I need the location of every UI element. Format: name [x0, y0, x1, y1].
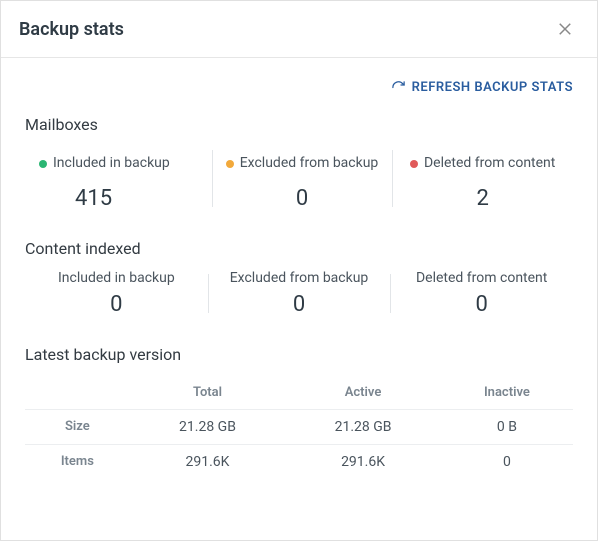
- refresh-row: REFRESH BACKUP STATS: [25, 80, 573, 95]
- mailboxes-deleted-value: 2: [400, 186, 565, 211]
- refresh-icon: [391, 80, 406, 95]
- content-excluded-label: Excluded from backup: [230, 270, 369, 288]
- content-deleted: Deleted from content 0: [390, 270, 573, 317]
- row-items-label: Items: [25, 444, 130, 479]
- latest-version-heading: Latest backup version: [25, 345, 573, 364]
- items-inactive: 0: [441, 444, 573, 479]
- latest-version-table: Total Active Inactive Size 21.28 GB 21.2…: [25, 376, 573, 479]
- row-size-label: Size: [25, 409, 130, 444]
- mailboxes-excluded: Excluded from backup 0: [212, 146, 393, 211]
- mailboxes-included: Included in backup 415: [25, 146, 212, 211]
- items-active: 291.6K: [285, 444, 441, 479]
- backup-stats-dialog: Backup stats REFRESH BACKUP STATS Mailbo…: [0, 0, 598, 541]
- content-excluded-value: 0: [216, 292, 383, 317]
- dialog-body: REFRESH BACKUP STATS Mailboxes Included …: [1, 58, 597, 540]
- col-inactive: Inactive: [441, 376, 573, 410]
- dialog-header: Backup stats: [1, 1, 597, 58]
- size-total: 21.28 GB: [130, 409, 286, 444]
- close-button[interactable]: [551, 15, 579, 43]
- mailboxes-included-value: 415: [39, 186, 204, 211]
- status-dot-amber-icon: [226, 160, 234, 168]
- table-row-size: Size 21.28 GB 21.28 GB 0 B: [25, 409, 573, 444]
- mailboxes-excluded-value: 0: [220, 186, 385, 211]
- mailboxes-excluded-label: Excluded from backup: [240, 155, 379, 173]
- content-included-label: Included in backup: [58, 270, 175, 288]
- size-inactive: 0 B: [441, 409, 573, 444]
- mailboxes-heading: Mailboxes: [25, 115, 573, 134]
- content-excluded: Excluded from backup 0: [208, 270, 391, 317]
- content-indexed-stats: Included in backup 0 Excluded from backu…: [25, 270, 573, 317]
- close-icon: [556, 20, 574, 38]
- dialog-title: Backup stats: [19, 19, 124, 40]
- table-header-row: Total Active Inactive: [25, 376, 573, 410]
- refresh-backup-stats-button[interactable]: REFRESH BACKUP STATS: [391, 80, 573, 95]
- refresh-label: REFRESH BACKUP STATS: [412, 80, 573, 95]
- content-indexed-heading: Content indexed: [25, 239, 573, 258]
- size-active: 21.28 GB: [285, 409, 441, 444]
- table-row-items: Items 291.6K 291.6K 0: [25, 444, 573, 479]
- mailboxes-stats: Included in backup 415 Excluded from bac…: [25, 146, 573, 211]
- col-active: Active: [285, 376, 441, 410]
- content-deleted-value: 0: [398, 292, 565, 317]
- col-total: Total: [130, 376, 286, 410]
- content-included: Included in backup 0: [25, 270, 208, 317]
- mailboxes-deleted-label: Deleted from content: [424, 155, 555, 173]
- items-total: 291.6K: [130, 444, 286, 479]
- mailboxes-included-label: Included in backup: [53, 155, 170, 173]
- status-dot-red-icon: [410, 160, 418, 168]
- status-dot-green-icon: [39, 160, 47, 168]
- mailboxes-deleted: Deleted from content 2: [392, 146, 573, 211]
- content-deleted-label: Deleted from content: [416, 270, 547, 288]
- content-included-value: 0: [33, 292, 200, 317]
